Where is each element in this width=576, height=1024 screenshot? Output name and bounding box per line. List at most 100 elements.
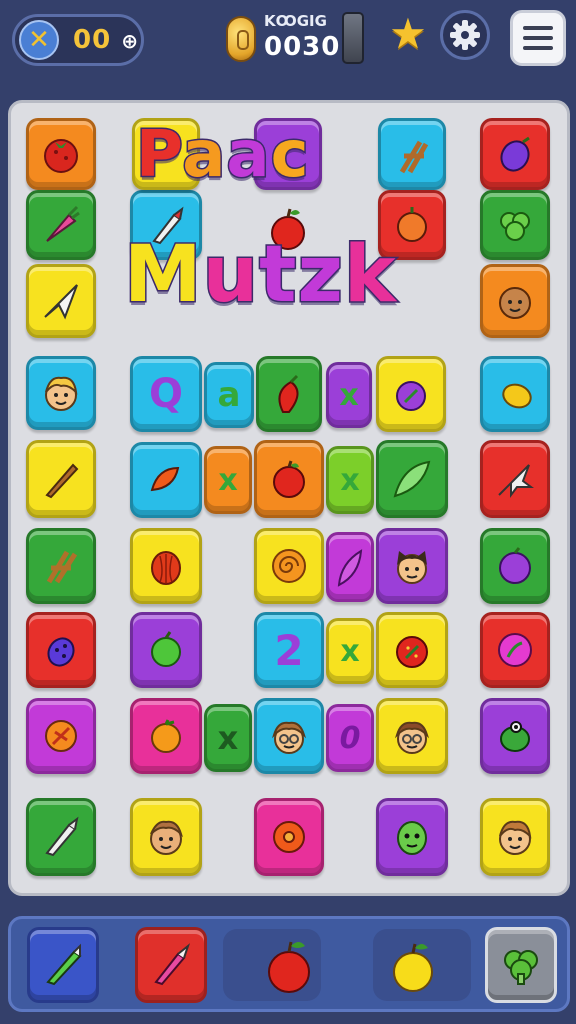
top-hud: ✕ 00 ⊕ KꝎGIG 0030 ★ bbox=[0, 0, 576, 84]
tray-item-apple[interactable] bbox=[257, 931, 321, 1001]
rocket-icon bbox=[45, 816, 79, 857]
menu-button[interactable] bbox=[510, 10, 566, 66]
game-title-line-2: Mutzk bbox=[123, 229, 398, 322]
lemon-icon bbox=[393, 943, 433, 992]
inventory-tray bbox=[8, 916, 570, 1012]
moves-counter-value: 00 bbox=[73, 25, 112, 55]
tile-flower[interactable] bbox=[26, 698, 96, 774]
tile-rocket[interactable] bbox=[26, 798, 96, 876]
title-letter: a bbox=[225, 117, 271, 194]
tile-face[interactable] bbox=[254, 698, 324, 774]
face-icon bbox=[394, 721, 430, 754]
tile-face[interactable] bbox=[130, 798, 202, 876]
tile-letter: x bbox=[217, 719, 239, 757]
tile-ball[interactable] bbox=[480, 612, 550, 688]
tile-letter: Q bbox=[148, 371, 183, 417]
airplane-icon bbox=[498, 464, 534, 498]
tile-strawberry[interactable] bbox=[376, 612, 448, 688]
tile-lemon[interactable] bbox=[480, 356, 550, 432]
tile-apple[interactable] bbox=[254, 440, 324, 518]
leaf-icon bbox=[393, 460, 431, 498]
apple-icon bbox=[268, 941, 310, 993]
lime-icon bbox=[151, 631, 181, 667]
title-letter: u bbox=[201, 229, 260, 322]
broccoli-icon bbox=[500, 212, 530, 241]
face-icon bbox=[397, 551, 427, 584]
tile-alien-face[interactable] bbox=[376, 798, 448, 876]
chili-icon bbox=[150, 466, 180, 492]
tile-letter-q[interactable]: Q bbox=[130, 356, 202, 432]
carrot-icon bbox=[46, 205, 80, 242]
tile-face[interactable] bbox=[26, 356, 96, 430]
tile-letter-0[interactable]: 0 bbox=[326, 704, 374, 772]
pen-icon bbox=[46, 943, 82, 986]
tile-donut[interactable] bbox=[254, 798, 324, 876]
tile-letter-x[interactable]: x bbox=[326, 362, 372, 428]
eggplant-icon bbox=[500, 136, 530, 172]
tile-feather[interactable] bbox=[326, 532, 374, 602]
tile-face[interactable] bbox=[480, 264, 550, 338]
pencil-icon bbox=[45, 463, 79, 499]
tray-item-pen[interactable] bbox=[27, 927, 99, 1003]
hammer-icon bbox=[399, 140, 429, 174]
tile-airplane[interactable] bbox=[480, 440, 550, 518]
add-moves-icon[interactable]: ⊕ bbox=[121, 29, 139, 53]
eggplant-icon bbox=[396, 381, 426, 411]
tray-item-cutter[interactable] bbox=[135, 927, 207, 1003]
tile-orange[interactable] bbox=[130, 698, 202, 774]
tile-hammer[interactable] bbox=[378, 118, 446, 190]
tile-letter: x bbox=[340, 633, 360, 669]
tile-face[interactable] bbox=[376, 698, 448, 774]
tile-face[interactable] bbox=[376, 528, 448, 604]
feather-icon bbox=[337, 549, 363, 587]
donut-icon bbox=[273, 821, 305, 853]
tile-slingshot[interactable] bbox=[26, 528, 96, 604]
menu-icon bbox=[523, 26, 553, 30]
tile-letter-a[interactable]: a bbox=[204, 362, 254, 428]
x-badge-icon: ✕ bbox=[19, 20, 59, 60]
tray-item-lemon[interactable] bbox=[381, 931, 445, 1001]
tile-tomato[interactable] bbox=[26, 118, 96, 190]
tile-letter-x[interactable]: x bbox=[326, 618, 374, 684]
tile-eggplant[interactable] bbox=[480, 118, 550, 190]
strawberry-icon bbox=[396, 636, 428, 668]
tile-grapes[interactable] bbox=[26, 612, 96, 688]
orange-icon bbox=[151, 719, 181, 753]
tile-letter: x bbox=[218, 462, 238, 498]
face-icon bbox=[271, 721, 307, 754]
face-icon bbox=[499, 820, 532, 855]
tile-letter-2[interactable]: 2 bbox=[254, 612, 324, 688]
tile-leaf[interactable] bbox=[480, 698, 550, 774]
grapes-icon bbox=[47, 637, 75, 667]
shell-icon bbox=[151, 551, 181, 585]
tile-shell[interactable] bbox=[130, 528, 202, 604]
tile-chili[interactable] bbox=[130, 442, 202, 518]
moves-counter[interactable]: ✕ 00 ⊕ bbox=[12, 14, 144, 66]
tile-lime[interactable] bbox=[130, 612, 202, 688]
gear-icon bbox=[450, 20, 480, 50]
tile-broccoli[interactable] bbox=[480, 190, 550, 260]
tile-pepper[interactable] bbox=[256, 356, 322, 432]
tile-pencil[interactable] bbox=[26, 440, 96, 518]
star-icon[interactable]: ★ bbox=[386, 12, 430, 56]
ball-icon bbox=[498, 633, 532, 667]
tile-letter: 2 bbox=[274, 625, 304, 675]
tile-letter: x bbox=[339, 377, 359, 413]
tile-letter-x[interactable]: x bbox=[204, 446, 252, 514]
tile-face[interactable] bbox=[480, 798, 550, 876]
paper-plane-icon bbox=[44, 284, 78, 320]
tile-plum[interactable] bbox=[480, 528, 550, 604]
tile-letter-x[interactable]: x bbox=[326, 446, 374, 514]
settings-button[interactable] bbox=[440, 10, 490, 60]
battery-icon bbox=[342, 12, 364, 64]
face-icon bbox=[45, 376, 78, 411]
tile-paper-plane[interactable] bbox=[26, 264, 96, 338]
score-value: 0030 bbox=[264, 32, 341, 62]
tray-item-broccoli[interactable] bbox=[485, 927, 557, 1003]
tile-leaf[interactable] bbox=[376, 440, 448, 518]
tile-carrot[interactable] bbox=[26, 190, 96, 260]
face-icon bbox=[499, 287, 531, 319]
tile-letter-x[interactable]: x bbox=[204, 704, 252, 772]
tile-eggplant[interactable] bbox=[376, 356, 446, 432]
tile-spiral[interactable] bbox=[254, 528, 324, 604]
